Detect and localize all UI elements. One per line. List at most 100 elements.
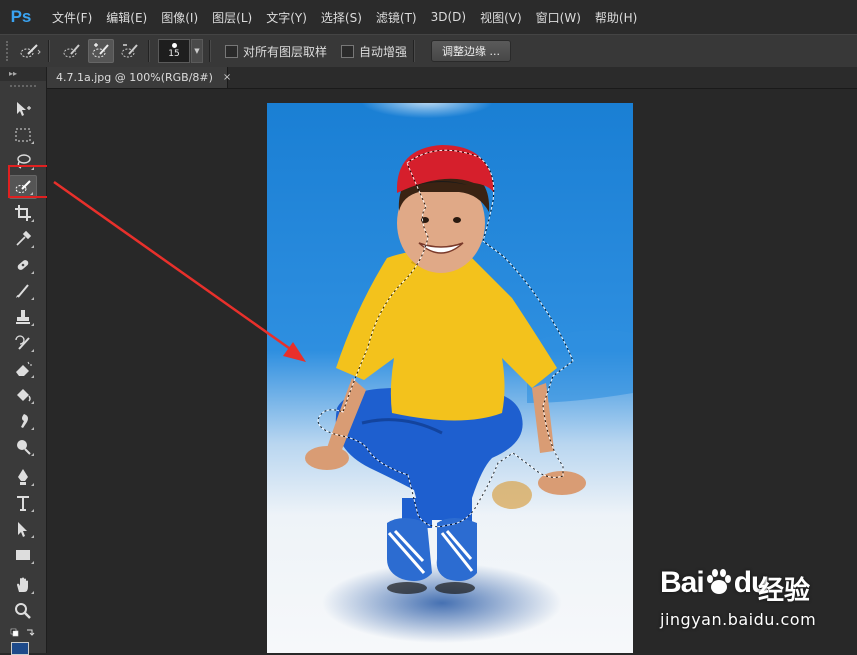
brush-subtract-icon bbox=[121, 44, 138, 58]
zoom-tool[interactable] bbox=[9, 599, 37, 623]
brush-dot-icon bbox=[171, 43, 177, 48]
eyedropper-icon bbox=[16, 230, 32, 246]
toolbox-grip[interactable] bbox=[10, 85, 36, 91]
document-tab-title: 4.7.1a.jpg @ 100%(RGB/8#) bbox=[56, 71, 213, 84]
baidu-logo: Bai du bbox=[660, 566, 769, 600]
brush-picker-dropdown[interactable]: ▼ bbox=[191, 39, 203, 63]
menu-type[interactable]: 文字(Y) bbox=[266, 9, 307, 26]
menu-select[interactable]: 选择(S) bbox=[321, 9, 362, 26]
brush-new-icon bbox=[63, 44, 80, 58]
tool-flyout-indicator bbox=[31, 297, 34, 300]
crop-icon bbox=[15, 205, 31, 221]
menu-edit[interactable]: 编辑(E) bbox=[106, 9, 147, 26]
tool-flyout-indicator bbox=[31, 323, 34, 326]
photo-content bbox=[267, 103, 633, 653]
toolbox-collapse-toggle[interactable]: ▸▸ bbox=[0, 67, 46, 81]
watermark-url: jingyan.baidu.com bbox=[660, 610, 817, 629]
menu-3d[interactable]: 3D(D) bbox=[431, 10, 466, 24]
separator bbox=[413, 40, 416, 62]
brush-add-icon bbox=[92, 43, 109, 58]
baidu-logo-left: Bai bbox=[660, 566, 705, 599]
menu-file[interactable]: 文件(F) bbox=[52, 9, 92, 26]
smudge-tool[interactable] bbox=[9, 409, 37, 433]
brush-icon bbox=[16, 284, 29, 298]
color-swap-controls[interactable] bbox=[9, 624, 37, 637]
bandage-icon bbox=[17, 260, 29, 270]
path-selection-tool[interactable] bbox=[9, 517, 37, 541]
baidu-jingyan-watermark: Bai du 经验 jingyan.baidu.com bbox=[660, 566, 850, 638]
menu-layer[interactable]: 图层(L) bbox=[212, 9, 252, 26]
healing-brush-tool[interactable] bbox=[9, 253, 37, 277]
dodge-icon bbox=[17, 440, 31, 455]
tool-flyout-indicator bbox=[31, 349, 34, 352]
brush-tool[interactable] bbox=[9, 279, 37, 303]
pen-icon bbox=[18, 469, 28, 485]
tool-flyout-indicator bbox=[31, 219, 34, 222]
separator bbox=[148, 40, 150, 62]
tool-flyout-indicator bbox=[31, 245, 34, 248]
document-canvas-image[interactable] bbox=[267, 103, 633, 653]
auto-enhance-checkbox[interactable] bbox=[341, 44, 355, 58]
tool-highlight-box bbox=[8, 165, 52, 198]
options-bar: 15 ▼ 对所有图层取样 自动增强 调整边缘 ... bbox=[0, 34, 857, 68]
paint-bucket-icon bbox=[17, 389, 31, 402]
menu-view[interactable]: 视图(V) bbox=[480, 9, 522, 26]
tool-flyout-indicator bbox=[31, 141, 34, 144]
crop-tool[interactable] bbox=[9, 201, 37, 225]
paint-bucket-tool[interactable] bbox=[9, 383, 37, 407]
marquee-tool[interactable] bbox=[9, 123, 37, 147]
eraser-icon bbox=[16, 361, 32, 376]
options-grip[interactable] bbox=[6, 41, 14, 61]
dodge-tool[interactable] bbox=[9, 435, 37, 459]
close-tab-icon[interactable]: × bbox=[223, 72, 231, 83]
move-icon bbox=[17, 102, 31, 116]
new-selection-button[interactable] bbox=[60, 40, 84, 62]
menu-filter[interactable]: 滤镜(T) bbox=[376, 9, 417, 26]
tool-flyout-indicator bbox=[31, 271, 34, 274]
tool-flyout-indicator bbox=[31, 427, 34, 430]
tool-flyout-indicator bbox=[31, 483, 34, 486]
tool-flyout-indicator bbox=[31, 375, 34, 378]
paw-icon bbox=[706, 569, 731, 594]
quick-selection-icon bbox=[20, 44, 41, 58]
type-tool[interactable] bbox=[9, 491, 37, 515]
add-to-selection-button[interactable] bbox=[88, 39, 114, 63]
move-tool[interactable] bbox=[9, 97, 37, 121]
tool-flyout-indicator bbox=[31, 561, 34, 564]
tool-flyout-indicator bbox=[31, 591, 34, 594]
menu-image[interactable]: 图像(I) bbox=[161, 9, 198, 26]
smudge-icon bbox=[21, 414, 28, 428]
document-tab[interactable]: 4.7.1a.jpg @ 100%(RGB/8#) × bbox=[47, 67, 231, 88]
tool-flyout-indicator bbox=[31, 509, 34, 512]
default-colors-icon bbox=[10, 628, 35, 637]
rectangular-marquee-icon bbox=[15, 128, 31, 142]
type-icon bbox=[17, 496, 29, 511]
stamp-icon bbox=[16, 310, 30, 324]
history-brush-tool[interactable] bbox=[9, 331, 37, 355]
foreground-color-swatch[interactable] bbox=[11, 642, 29, 655]
separator bbox=[209, 40, 211, 62]
rectangle-shape-icon bbox=[16, 550, 30, 560]
zoom-icon bbox=[15, 603, 31, 619]
pen-tool[interactable] bbox=[9, 465, 37, 489]
brush-size-picker[interactable]: 15 bbox=[158, 39, 190, 63]
jingyan-brand: 经验 bbox=[758, 576, 811, 606]
tool-flyout-indicator bbox=[31, 535, 34, 538]
subtract-from-selection-button[interactable] bbox=[118, 40, 142, 62]
refine-edge-button[interactable]: 调整边缘 ... bbox=[431, 40, 512, 62]
sample-all-layers-checkbox[interactable] bbox=[225, 44, 238, 58]
separator bbox=[48, 40, 50, 62]
eyedropper-tool[interactable] bbox=[9, 227, 37, 251]
menu-help[interactable]: 帮助(H) bbox=[595, 9, 637, 26]
rectangle-tool[interactable] bbox=[9, 543, 37, 567]
eraser-tool[interactable] bbox=[9, 357, 37, 381]
tool-flyout-indicator bbox=[31, 453, 34, 456]
tool-preset-picker[interactable] bbox=[18, 40, 42, 62]
hand-tool[interactable] bbox=[9, 573, 37, 597]
brush-size-value: 15 bbox=[168, 49, 180, 59]
path-selection-icon bbox=[18, 522, 27, 537]
clone-stamp-tool[interactable] bbox=[9, 305, 37, 329]
menu-window[interactable]: 窗口(W) bbox=[536, 9, 581, 26]
auto-enhance-label: 自动增强 bbox=[359, 44, 408, 59]
tool-flyout-indicator bbox=[31, 401, 34, 404]
